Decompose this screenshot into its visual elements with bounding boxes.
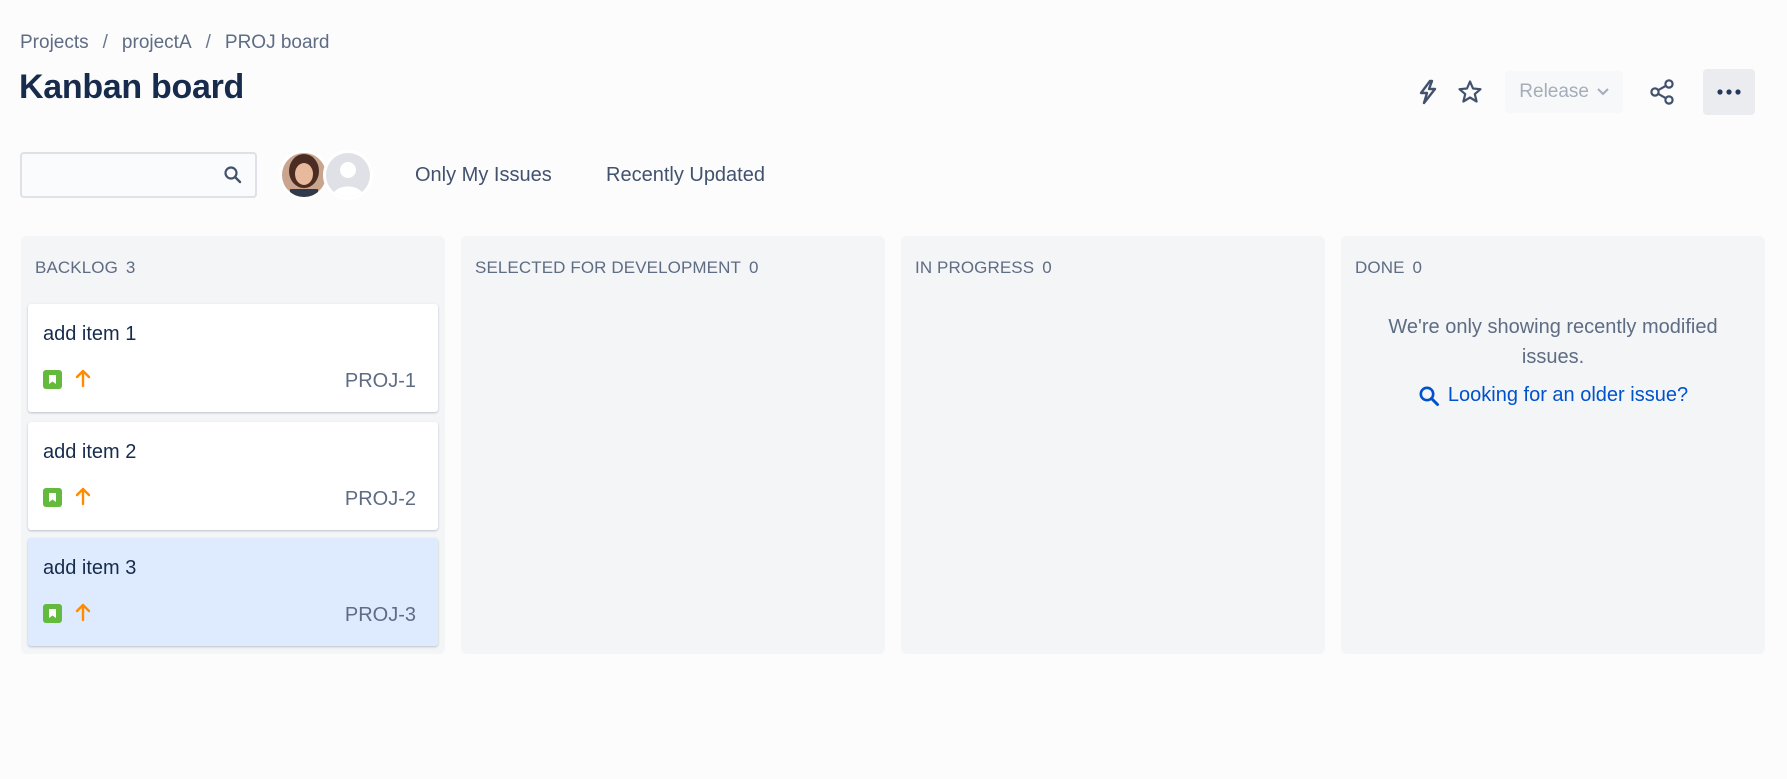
column-title: IN PROGRESS — [915, 258, 1035, 277]
column-backlog: BACKLOG 3 add item 1 PROJ-1 add item 2 PR… — [21, 236, 445, 654]
story-icon — [43, 370, 62, 389]
breadcrumb-separator: / — [205, 32, 211, 53]
column-count: 3 — [125, 258, 136, 277]
column-header: IN PROGRESS 0 — [915, 258, 1052, 278]
column-done: DONE 0 We're only showing recently modifi… — [1341, 236, 1765, 654]
more-icon — [1717, 89, 1741, 95]
older-issue-link[interactable]: Looking for an older issue? — [1341, 384, 1765, 407]
default-user-icon — [326, 153, 370, 197]
story-icon — [43, 488, 62, 507]
star-icon — [1458, 80, 1482, 103]
filter-only-my-issues[interactable]: Only My Issues — [415, 164, 552, 187]
share-button[interactable] — [1641, 71, 1683, 113]
page-title: Kanban board — [19, 68, 244, 106]
search-icon — [1419, 386, 1439, 406]
column-title: DONE — [1355, 258, 1405, 277]
column-count: 0 — [1042, 258, 1052, 277]
avatar-unassigned[interactable] — [323, 150, 373, 200]
breadcrumb-separator: / — [102, 32, 108, 53]
column-count: 0 — [1412, 258, 1423, 277]
release-label: Release — [1519, 81, 1589, 102]
column-header: DONE 0 — [1355, 258, 1422, 278]
filter-recently-updated[interactable]: Recently Updated — [606, 164, 765, 187]
search-icon — [224, 166, 242, 184]
lightning-icon — [1420, 79, 1437, 105]
issue-card[interactable]: add item 2 PROJ-2 — [28, 422, 438, 530]
column-header: SELECTED FOR DEVELOPMENT 0 — [475, 258, 759, 278]
column-title: SELECTED FOR DEVELOPMENT — [475, 258, 741, 277]
card-title: add item 2 — [43, 441, 137, 463]
column-selected-for-development: SELECTED FOR DEVELOPMENT 0 — [461, 236, 885, 654]
assignee-avatars — [279, 150, 373, 200]
story-icon — [43, 604, 62, 623]
card-title: add item 1 — [43, 323, 137, 345]
done-column-message: We're only showing recently modified iss… — [1388, 316, 1718, 368]
breadcrumb-projects[interactable]: Projects — [20, 32, 89, 54]
issue-key[interactable]: PROJ-1 — [345, 370, 416, 393]
star-button[interactable] — [1449, 71, 1491, 113]
column-in-progress: IN PROGRESS 0 — [901, 236, 1325, 654]
priority-high-icon — [75, 369, 91, 388]
issue-card-selected[interactable]: add item 3 PROJ-3 — [28, 538, 438, 646]
breadcrumb-board[interactable]: PROJ board — [225, 32, 330, 54]
column-title: BACKLOG — [35, 258, 118, 277]
column-header: BACKLOG 3 — [35, 258, 135, 278]
automation-button[interactable] — [1407, 71, 1449, 113]
chevron-down-icon — [1597, 88, 1609, 96]
issue-key[interactable]: PROJ-3 — [345, 604, 416, 627]
breadcrumb: Projects / projectA / PROJ board — [20, 32, 329, 54]
priority-high-icon — [75, 487, 91, 506]
header-actions: Release — [1407, 68, 1755, 116]
older-issue-link-label: Looking for an older issue? — [1447, 384, 1689, 406]
issue-card[interactable]: add item 1 PROJ-1 — [28, 304, 438, 412]
share-icon — [1650, 79, 1674, 105]
priority-high-icon — [75, 603, 91, 622]
breadcrumb-project[interactable]: projectA — [122, 32, 192, 54]
kanban-page: Projects / projectA / PROJ board Kanban … — [0, 0, 1787, 779]
avatar[interactable] — [279, 150, 329, 200]
column-count: 0 — [748, 258, 759, 277]
issue-key[interactable]: PROJ-2 — [345, 488, 416, 511]
user-photo-avatar — [282, 153, 326, 197]
release-button[interactable]: Release — [1505, 71, 1623, 113]
search-input[interactable] — [30, 162, 210, 188]
more-actions-button[interactable] — [1703, 69, 1755, 115]
search-field — [20, 152, 257, 198]
card-title: add item 3 — [43, 557, 137, 579]
